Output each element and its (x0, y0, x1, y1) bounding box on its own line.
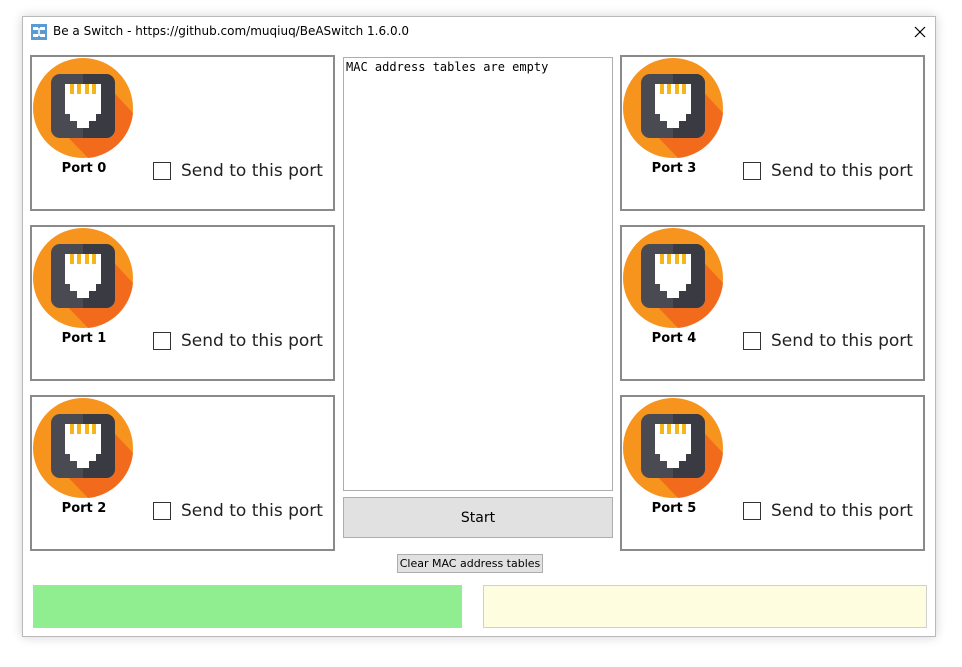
send-to-port-3-checkbox[interactable]: Send to this port (743, 161, 913, 181)
port-panel-5: Port 5 Send to this port (620, 395, 925, 551)
switch-app-icon (31, 24, 47, 40)
port-panel-1: Port 1 Send to this port (30, 225, 335, 381)
port-label: Port 0 (61, 161, 107, 176)
port-panel-4: Port 4 Send to this port (620, 225, 925, 381)
ethernet-port-icon (623, 398, 723, 498)
checkbox-label[interactable]: Send to this port (181, 331, 323, 351)
port-panel-2: Port 2 Send to this port (30, 395, 335, 551)
port-label: Port 5 (651, 501, 697, 516)
close-button[interactable] (905, 17, 935, 47)
status-panel-right (483, 585, 927, 628)
checkbox-label[interactable]: Send to this port (181, 501, 323, 521)
checkbox-label[interactable]: Send to this port (771, 161, 913, 181)
status-panel-left (33, 585, 462, 628)
checkbox-label[interactable]: Send to this port (771, 331, 913, 351)
app-window: Be a Switch - https://github.com/muqiuq/… (22, 16, 936, 637)
checkbox-box[interactable] (153, 332, 171, 350)
checkbox-label[interactable]: Send to this port (771, 501, 913, 521)
close-icon (914, 26, 926, 38)
ethernet-port-icon (33, 228, 133, 328)
ethernet-port-icon (623, 58, 723, 158)
port-label: Port 2 (61, 501, 107, 516)
checkbox-box[interactable] (743, 332, 761, 350)
start-button[interactable]: Start (343, 497, 613, 538)
window-title: Be a Switch - https://github.com/muqiuq/… (53, 24, 410, 38)
checkbox-box[interactable] (153, 162, 171, 180)
send-to-port-0-checkbox[interactable]: Send to this port (153, 161, 323, 181)
checkbox-label[interactable]: Send to this port (181, 161, 323, 181)
ethernet-port-icon (623, 228, 723, 328)
send-to-port-2-checkbox[interactable]: Send to this port (153, 501, 323, 521)
port-label: Port 1 (61, 331, 107, 346)
send-to-port-1-checkbox[interactable]: Send to this port (153, 331, 323, 351)
port-label: Port 4 (651, 331, 697, 346)
checkbox-box[interactable] (153, 502, 171, 520)
mac-address-table-textbox[interactable]: MAC address tables are empty (343, 57, 613, 491)
port-panel-0: Port 0 Send to this port (30, 55, 335, 211)
send-to-port-4-checkbox[interactable]: Send to this port (743, 331, 913, 351)
clear-mac-tables-button[interactable]: Clear MAC address tables (397, 554, 543, 573)
send-to-port-5-checkbox[interactable]: Send to this port (743, 501, 913, 521)
ethernet-port-icon (33, 58, 133, 158)
checkbox-box[interactable] (743, 162, 761, 180)
ethernet-port-icon (33, 398, 133, 498)
port-panel-3: Port 3 Send to this port (620, 55, 925, 211)
checkbox-box[interactable] (743, 502, 761, 520)
title-bar[interactable]: Be a Switch - https://github.com/muqiuq/… (23, 17, 935, 47)
port-label: Port 3 (651, 161, 697, 176)
